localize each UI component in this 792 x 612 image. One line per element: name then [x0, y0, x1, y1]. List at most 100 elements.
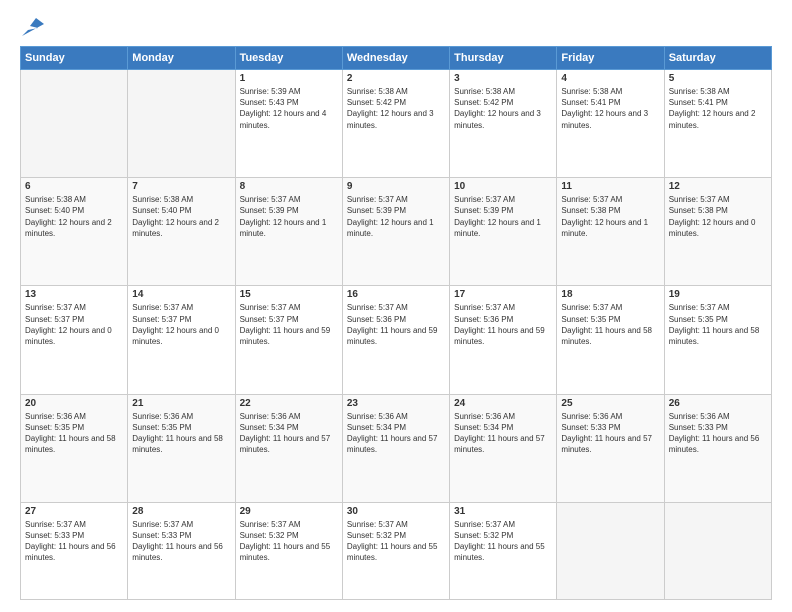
calendar-cell: 14 Sunrise: 5:37 AM Sunset: 5:37 PM Dayli…: [128, 286, 235, 394]
day-info: Sunrise: 5:37 AM Sunset: 5:38 PM Dayligh…: [561, 194, 659, 239]
day-info: Sunrise: 5:39 AM Sunset: 5:43 PM Dayligh…: [240, 86, 338, 131]
calendar-cell: 12Sunrise: 5:37 AM Sunset: 5:38 PM Dayli…: [664, 178, 771, 286]
col-wednesday: Wednesday: [342, 47, 449, 70]
calendar-cell: 30 Sunrise: 5:37 AM Sunset: 5:32 PM Dayli…: [342, 502, 449, 599]
calendar-cell: 18 Sunrise: 5:37 AM Sunset: 5:35 PM Dayli…: [557, 286, 664, 394]
day-number: 14: [132, 289, 230, 300]
calendar-table: Sunday Monday Tuesday Wednesday Thursday…: [20, 46, 772, 600]
day-number: 27: [25, 506, 123, 517]
calendar-cell: 29 Sunrise: 5:37 AM Sunset: 5:32 PM Dayli…: [235, 502, 342, 599]
calendar-header-row: Sunday Monday Tuesday Wednesday Thursday…: [21, 47, 772, 70]
calendar-cell: 27Sunrise: 5:37 AM Sunset: 5:33 PM Dayli…: [21, 502, 128, 599]
day-info: Sunrise: 5:36 AM Sunset: 5:35 PM Dayligh…: [132, 411, 230, 456]
day-number: 29: [240, 506, 338, 517]
day-info: Sunrise: 5:36 AM Sunset: 5:34 PM Dayligh…: [240, 411, 338, 456]
calendar-cell: 22 Sunrise: 5:36 AM Sunset: 5:34 PM Dayli…: [235, 394, 342, 502]
day-number: 15: [240, 289, 338, 300]
day-number: 25: [561, 398, 659, 409]
day-info: Sunrise: 5:36 AM Sunset: 5:34 PM Dayligh…: [347, 411, 445, 456]
col-thursday: Thursday: [450, 47, 557, 70]
calendar-week-row: 1 Sunrise: 5:39 AM Sunset: 5:43 PM Daylig…: [21, 70, 772, 178]
day-number: 1: [240, 73, 338, 84]
day-number: 4: [561, 73, 659, 84]
day-info: Sunrise: 5:38 AM Sunset: 5:41 PM Dayligh…: [561, 86, 659, 131]
calendar-cell: 15Sunrise: 5:37 AM Sunset: 5:37 PM Dayli…: [235, 286, 342, 394]
day-number: 21: [132, 398, 230, 409]
day-info: Sunrise: 5:37 AM Sunset: 5:32 PM Dayligh…: [240, 519, 338, 564]
day-number: 16: [347, 289, 445, 300]
calendar-cell: 6 Sunrise: 5:38 AM Sunset: 5:40 PM Daylig…: [21, 178, 128, 286]
calendar-cell: 4 Sunrise: 5:38 AM Sunset: 5:41 PM Daylig…: [557, 70, 664, 178]
day-info: Sunrise: 5:37 AM Sunset: 5:35 PM Dayligh…: [561, 302, 659, 347]
day-info: Sunrise: 5:38 AM Sunset: 5:41 PM Dayligh…: [669, 86, 767, 131]
calendar-cell: 7 Sunrise: 5:38 AM Sunset: 5:40 PM Daylig…: [128, 178, 235, 286]
day-number: 5: [669, 73, 767, 84]
logo: [20, 18, 44, 36]
day-number: 8: [240, 181, 338, 192]
day-info: Sunrise: 5:38 AM Sunset: 5:42 PM Dayligh…: [347, 86, 445, 131]
day-number: 20: [25, 398, 123, 409]
calendar-cell: [557, 502, 664, 599]
col-tuesday: Tuesday: [235, 47, 342, 70]
calendar-cell: 1 Sunrise: 5:39 AM Sunset: 5:43 PM Daylig…: [235, 70, 342, 178]
calendar-cell: 31 Sunrise: 5:37 AM Sunset: 5:32 PM Dayli…: [450, 502, 557, 599]
calendar-cell: 25 Sunrise: 5:36 AM Sunset: 5:33 PM Dayli…: [557, 394, 664, 502]
calendar-cell: 19 Sunrise: 5:37 AM Sunset: 5:35 PM Dayli…: [664, 286, 771, 394]
day-info: Sunrise: 5:36 AM Sunset: 5:33 PM Dayligh…: [561, 411, 659, 456]
day-number: 11: [561, 181, 659, 192]
logo-bird-icon: [22, 18, 44, 36]
day-number: 13: [25, 289, 123, 300]
day-info: Sunrise: 5:37 AM Sunset: 5:35 PM Dayligh…: [669, 302, 767, 347]
day-number: 19: [669, 289, 767, 300]
day-number: 7: [132, 181, 230, 192]
calendar-cell: [21, 70, 128, 178]
day-number: 6: [25, 181, 123, 192]
day-info: Sunrise: 5:36 AM Sunset: 5:34 PM Dayligh…: [454, 411, 552, 456]
day-number: 22: [240, 398, 338, 409]
calendar-cell: 17 Sunrise: 5:37 AM Sunset: 5:36 PM Dayli…: [450, 286, 557, 394]
calendar-cell: 3Sunrise: 5:38 AM Sunset: 5:42 PM Daylig…: [450, 70, 557, 178]
day-info: Sunrise: 5:37 AM Sunset: 5:37 PM Dayligh…: [25, 302, 123, 347]
day-info: Sunrise: 5:37 AM Sunset: 5:37 PM Dayligh…: [132, 302, 230, 347]
day-info: Sunrise: 5:37 AM Sunset: 5:36 PM Dayligh…: [454, 302, 552, 347]
col-sunday: Sunday: [21, 47, 128, 70]
day-info: Sunrise: 5:36 AM Sunset: 5:33 PM Dayligh…: [669, 411, 767, 456]
day-info: Sunrise: 5:37 AM Sunset: 5:32 PM Dayligh…: [454, 519, 552, 564]
calendar-cell: 9Sunrise: 5:37 AM Sunset: 5:39 PM Daylig…: [342, 178, 449, 286]
day-number: 24: [454, 398, 552, 409]
calendar-cell: 20 Sunrise: 5:36 AM Sunset: 5:35 PM Dayli…: [21, 394, 128, 502]
day-info: Sunrise: 5:37 AM Sunset: 5:32 PM Dayligh…: [347, 519, 445, 564]
calendar-cell: 24 Sunrise: 5:36 AM Sunset: 5:34 PM Dayli…: [450, 394, 557, 502]
header: [20, 18, 772, 36]
calendar-cell: 11 Sunrise: 5:37 AM Sunset: 5:38 PM Dayli…: [557, 178, 664, 286]
day-number: 12: [669, 181, 767, 192]
col-monday: Monday: [128, 47, 235, 70]
calendar-cell: 5 Sunrise: 5:38 AM Sunset: 5:41 PM Daylig…: [664, 70, 771, 178]
day-info: Sunrise: 5:38 AM Sunset: 5:42 PM Dayligh…: [454, 86, 552, 131]
day-number: 26: [669, 398, 767, 409]
calendar-cell: [128, 70, 235, 178]
day-info: Sunrise: 5:38 AM Sunset: 5:40 PM Dayligh…: [132, 194, 230, 239]
calendar-cell: 13 Sunrise: 5:37 AM Sunset: 5:37 PM Dayli…: [21, 286, 128, 394]
day-info: Sunrise: 5:37 AM Sunset: 5:33 PM Dayligh…: [132, 519, 230, 564]
calendar-week-row: 20 Sunrise: 5:36 AM Sunset: 5:35 PM Dayli…: [21, 394, 772, 502]
day-number: 28: [132, 506, 230, 517]
calendar-cell: [664, 502, 771, 599]
calendar-cell: 8 Sunrise: 5:37 AM Sunset: 5:39 PM Daylig…: [235, 178, 342, 286]
calendar-cell: 21 Sunrise: 5:36 AM Sunset: 5:35 PM Dayli…: [128, 394, 235, 502]
day-number: 10: [454, 181, 552, 192]
day-number: 18: [561, 289, 659, 300]
day-number: 17: [454, 289, 552, 300]
day-info: Sunrise: 5:36 AM Sunset: 5:35 PM Dayligh…: [25, 411, 123, 456]
calendar-cell: 10 Sunrise: 5:37 AM Sunset: 5:39 PM Dayli…: [450, 178, 557, 286]
day-info: Sunrise: 5:37 AM Sunset: 5:36 PM Dayligh…: [347, 302, 445, 347]
day-info: Sunrise: 5:37 AM Sunset: 5:39 PM Dayligh…: [240, 194, 338, 239]
calendar-cell: 28 Sunrise: 5:37 AM Sunset: 5:33 PM Dayli…: [128, 502, 235, 599]
day-number: 23: [347, 398, 445, 409]
day-number: 9: [347, 181, 445, 192]
day-info: Sunrise: 5:38 AM Sunset: 5:40 PM Dayligh…: [25, 194, 123, 239]
day-number: 30: [347, 506, 445, 517]
day-info: Sunrise: 5:37 AM Sunset: 5:39 PM Dayligh…: [454, 194, 552, 239]
calendar-cell: 26 Sunrise: 5:36 AM Sunset: 5:33 PM Dayli…: [664, 394, 771, 502]
day-number: 31: [454, 506, 552, 517]
